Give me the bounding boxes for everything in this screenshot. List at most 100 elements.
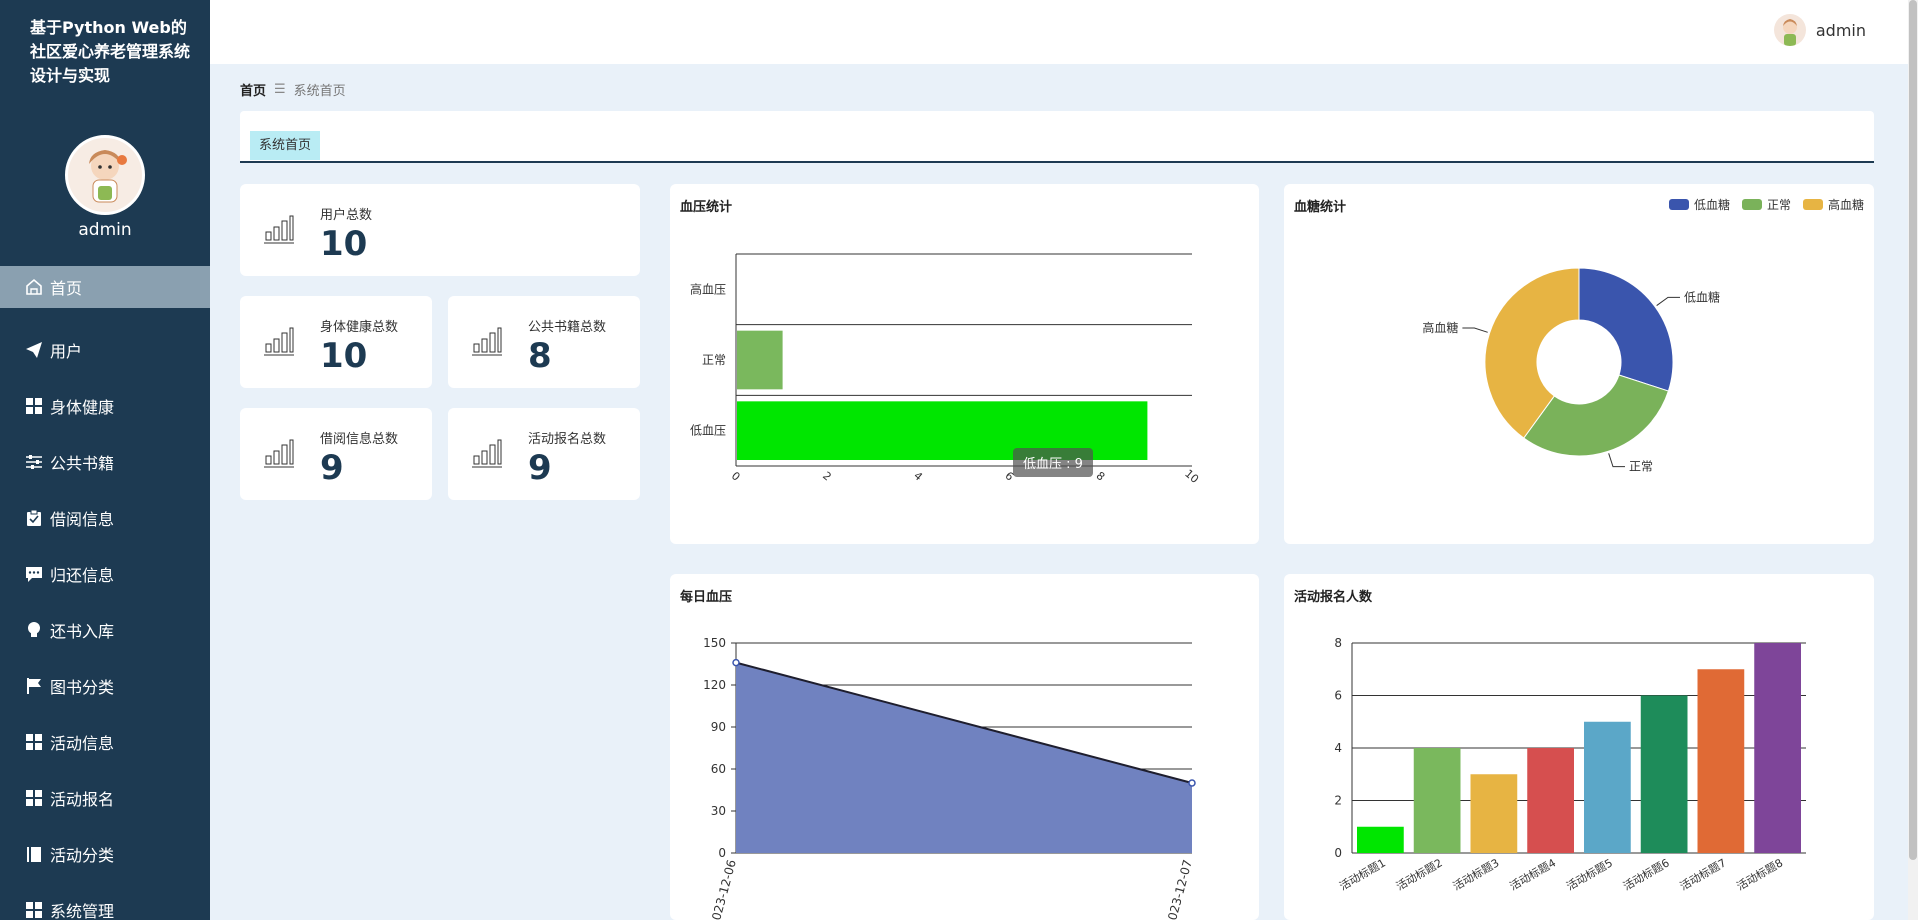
sidebar-item-book-category[interactable]: 图书分类 [0,658,210,714]
x-tick-label: 活动标题3 [1450,855,1501,893]
legend-item[interactable]: 高血糖 [1802,196,1864,213]
stat-card-books: 公共书籍总数 8 [448,296,640,388]
stat-label: 公共书籍总数 [528,320,607,335]
y-tick-label: 低血压 [690,424,726,438]
bar [1697,669,1745,853]
stat-value: 8 [528,336,552,376]
paper-plane-icon [24,340,44,360]
sidebar-item-label: 活动信息 [50,734,115,753]
stat-value: 10 [320,336,368,376]
sidebar-item-return[interactable]: 归还信息 [0,546,210,602]
sidebar-item-health[interactable]: 身体健康 [0,378,210,434]
sliders-icon [24,452,44,472]
legend-swatch [1741,199,1762,210]
sidebar-item-label: 公共书籍 [50,454,115,473]
y-tick-label: 120 [703,678,726,692]
bar [1357,826,1404,853]
home-icon [24,277,44,297]
x-tick-label: 10 [1182,467,1201,486]
x-tick-label: 8 [1094,469,1108,483]
pie-label-line [1462,327,1488,333]
sidebar-item-borrow[interactable]: 借阅信息 [0,490,210,546]
x-tick-label: 2023-12-07 [1163,858,1195,920]
stat-card-users: 用户总数 10 [240,184,640,276]
y-tick-label: 0 [1334,846,1342,860]
y-tick-label: 高血压 [690,281,726,296]
y-tick-label: 60 [711,762,726,776]
bar [1640,695,1688,853]
avatar [1773,14,1806,46]
data-point [732,658,740,667]
sidebar-item-users[interactable]: 用户 [0,322,210,378]
data-point [1188,779,1196,787]
x-tick-label: 活动标题8 [1734,855,1785,893]
sidebar-item-activities[interactable]: 活动信息 [0,714,210,770]
x-tick-label: 2023-12-06 [707,858,739,920]
chart-activity: 0 2 4 6 8 活动标题1 活动标题2 活动标题3 活动标题4 活动标题5 活动标题6 活动标题7… [1334,636,1806,893]
breadcrumb-home[interactable]: 首页 [240,80,266,99]
legend-item[interactable]: 低血糖 [1668,196,1730,213]
x-tick-label: 活动标题7 [1677,855,1728,893]
flag-icon [24,676,44,696]
chart-bp: 低血压正常高血压0 2 4 6 8 10 [690,253,1201,486]
area-fill [736,662,1192,853]
legend-swatch [1802,199,1823,210]
x-tick-label: 0 [729,469,743,483]
sidebar-admin-name: admin [78,220,132,240]
book-icon [24,844,44,864]
legend-label: 高血糖 [1827,198,1864,212]
x-tick-label: 活动标题2 [1393,855,1444,893]
y-tick-label: 0 [718,846,726,860]
stat-label: 借阅信息总数 [320,432,399,447]
x-tick-label: 2 [820,469,834,483]
legend-label: 正常 [1766,198,1791,212]
sidebar-item-label: 借阅信息 [50,510,115,529]
tab-home[interactable]: 系统首页 [250,131,321,160]
breadcrumb: 首页 ☰ 系统首页 [240,80,346,99]
stat-value: 9 [528,448,552,488]
sidebar-item-system[interactable]: 系统管理 [0,882,210,920]
chart-panel-daily: 每日血压 0 30 60 90 120 150 2023-12-06 2023-12-07 [670,574,1259,920]
tabs-bar: 系统首页 [240,111,1874,163]
sidebar-item-label: 身体健康 [50,398,115,417]
scrollbar-thumb[interactable] [1909,0,1917,860]
bar-chart-icon [264,438,294,468]
sidebar-item-books[interactable]: 公共书籍 [0,434,210,490]
bar-chart-icon [472,326,502,356]
chart-sugar: 低血糖正常 高血糖 [1422,267,1720,474]
sidebar-item-label: 系统管理 [50,902,115,920]
x-tick-label: 活动标题1 [1337,855,1388,893]
lightbulb-icon [24,620,44,640]
y-tick-label: 2 [1334,794,1342,808]
bar [1470,774,1518,853]
legend-item[interactable]: 正常 [1741,196,1791,213]
chart-title: 每日血压 [680,590,733,605]
topbar: admin [210,0,1910,64]
x-tick-label: 活动标题6 [1620,855,1671,893]
sidebar-item-home[interactable]: 首页 [0,266,210,308]
stat-value: 10 [320,224,368,264]
y-tick-label: 150 [703,636,726,650]
sidebar-item-label: 用户 [50,342,83,361]
stat-card-borrow: 借阅信息总数 9 [240,408,432,500]
sidebar-item-restock[interactable]: 还书入库 [0,602,210,658]
scrollbar[interactable] [1908,0,1918,920]
x-tick-label: 活动标题4 [1507,855,1558,893]
chart-panel-activity: 活动报名人数 0 2 4 6 8 活动标题1 活动标题2 活动标题3 活动标题4 活动标题5 活动标… [1284,574,1874,920]
x-tick-label: 4 [911,469,925,483]
app-title: 基于Python Web的社区爱心养老管理系统设计与实现 [30,18,191,85]
stat-label: 活动报名总数 [528,432,607,447]
breadcrumb-current: 系统首页 [293,84,346,99]
sidebar-item-label: 首页 [50,279,83,298]
chart-panel-sugar: 血糖统计 低血糖 正常 高血糖 低血糖 正常 高血糖 [1284,184,1874,544]
chart-title: 血压统计 [680,200,733,215]
grid-icon [24,732,44,752]
bar [1754,643,1801,853]
user-menu[interactable]: admin [1773,14,1866,46]
chart-title: 血糖统计 [1294,200,1347,215]
sidebar-item-activity-signup[interactable]: 活动报名 [0,770,210,826]
stat-label: 用户总数 [320,208,373,223]
sidebar-menu: 首页 用户 身体健康 公共书籍 借阅信息 归还信息 还书入库 图书分类 活动信息… [0,266,210,920]
bar-chart-icon [264,214,294,244]
sidebar-item-activity-category[interactable]: 活动分类 [0,826,210,882]
